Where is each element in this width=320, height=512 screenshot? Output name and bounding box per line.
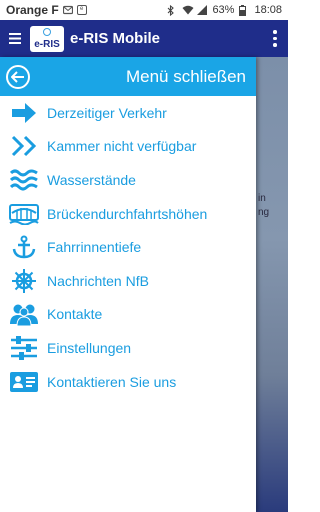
menu-item-label: Kammer nicht verfügbar — [47, 138, 197, 155]
hamburger-icon — [9, 33, 21, 44]
anchor-icon — [9, 234, 39, 260]
drawer-menu: Derzeitiger Verkehr Kammer nicht verfügb… — [0, 96, 256, 398]
app-title: e-RIS Mobile — [70, 30, 161, 47]
waves-icon — [9, 167, 39, 193]
menu-item-label: Kontakte — [47, 306, 103, 323]
wifi-icon — [182, 5, 194, 15]
menu-button[interactable] — [0, 20, 30, 57]
logo-text: e-RIS — [34, 38, 60, 50]
menu-item-notices[interactable]: Nachrichten NfB — [0, 264, 256, 298]
menu-item-bridge-heights[interactable]: Brückendurchfahrtshöhen — [0, 197, 256, 231]
menu-item-label: Fahrrinnentiefe — [47, 239, 142, 256]
menu-item-settings[interactable]: Einstellungen — [0, 331, 256, 365]
menu-item-traffic[interactable]: Derzeitiger Verkehr — [0, 96, 256, 130]
battery-icon — [239, 5, 249, 16]
menu-item-label: Nachrichten NfB — [47, 272, 149, 289]
menu-item-chamber[interactable]: Kammer nicht verfügbar — [0, 130, 256, 164]
background-text: ng — [258, 207, 270, 218]
menu-item-contacts[interactable]: Kontakte — [0, 298, 256, 332]
sliders-icon — [9, 335, 39, 361]
carrier-name: Orange F — [6, 3, 59, 17]
messages-icon — [62, 5, 73, 15]
close-menu-button[interactable]: Menü schließen — [0, 57, 256, 96]
double-chevron-icon — [9, 133, 39, 159]
battery-percent: 63% — [212, 4, 235, 16]
drawer-title: Menü schließen — [125, 66, 246, 86]
bridge-icon — [9, 201, 39, 227]
menu-item-contact-us[interactable]: Kontaktieren Sie uns — [0, 365, 256, 399]
signal-icon — [197, 5, 208, 15]
navigation-drawer: Menü schließen Derzeitiger Verkehr Kamme… — [0, 57, 256, 512]
app-logo: e-RIS — [30, 25, 64, 52]
bluetooth-icon — [167, 4, 177, 17]
ship-wheel-icon — [9, 268, 39, 294]
menu-item-label: Derzeitiger Verkehr — [47, 104, 167, 121]
menu-item-label: Kontaktieren Sie uns — [47, 373, 177, 390]
menu-item-label: Einstellungen — [47, 339, 132, 356]
background-content — [256, 57, 288, 512]
contact-card-icon — [9, 369, 39, 395]
clock: 18:08 — [254, 4, 282, 16]
background-text: in — [258, 193, 266, 204]
overflow-menu-button[interactable] — [262, 30, 288, 47]
contacts-icon — [9, 301, 39, 327]
status-bar: Orange F e 63% 18:08 — [0, 0, 288, 20]
menu-item-label: Brückendurchfahrtshöhen — [47, 205, 208, 222]
menu-item-label: Wasserstände — [47, 171, 136, 188]
menu-item-water-levels[interactable]: Wasserstände — [0, 163, 256, 197]
app-bar: e-RIS e-RIS Mobile — [0, 20, 288, 57]
app-notification-icon: e — [76, 5, 87, 15]
menu-item-channel-depth[interactable]: Fahrrinnentiefe — [0, 230, 256, 264]
back-arrow-icon — [6, 64, 30, 89]
arrow-right-icon — [9, 100, 39, 126]
